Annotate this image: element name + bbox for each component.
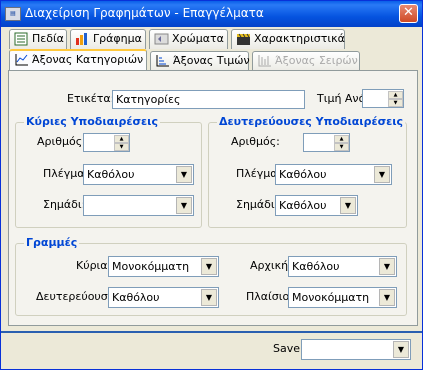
window-title: Διαχείριση Γραφημάτων - Επαγγέλματα	[25, 6, 264, 20]
major-grid-label: Πλέγμα:	[43, 167, 89, 180]
tab-panel: Ετικέτα: Κατηγορίες Τιμή Ανά: ▲ ▼ Κύριες…	[8, 70, 418, 326]
frame-line-label: Πλαίσιο:	[246, 290, 293, 303]
tab-characteristics[interactable]: Χαρακτηριστικά	[231, 29, 345, 49]
spin-up-icon[interactable]: ▲	[114, 135, 129, 143]
major-mark-label: Σημάδι:	[43, 198, 86, 211]
tab-characteristics-label: Χαρακτηριστικά	[254, 32, 345, 45]
tab-fields-label: Πεδία	[32, 32, 64, 45]
value-step-stepper[interactable]: ▲ ▼	[362, 89, 404, 108]
major-count-stepper[interactable]: ▲ ▼	[83, 133, 130, 152]
chevron-down-icon[interactable]: ▼	[393, 341, 409, 358]
spin-down-icon[interactable]: ▼	[334, 143, 349, 151]
major-divisions-title: Κύριες Υποδιαιρέσεις	[24, 115, 160, 128]
minor-mark-select[interactable]: Καθόλου ▼	[275, 195, 358, 216]
axis-icon	[14, 53, 29, 67]
tab-colors[interactable]: Χρώματα	[149, 29, 228, 49]
major-grid-select[interactable]: Καθόλου ▼	[83, 164, 194, 185]
close-button[interactable]: ✕	[399, 4, 418, 23]
close-icon: ✕	[403, 5, 414, 20]
spin-up-icon[interactable]: ▲	[388, 91, 403, 99]
tab-fields[interactable]: Πεδία	[9, 29, 67, 49]
main-line-value: Μονοκόμματη	[112, 260, 190, 273]
lines-group: Γραμμές Κύρια: Μονοκόμματη ▼ Αρχική: Καθ…	[15, 236, 407, 316]
chevron-down-icon[interactable]: ▼	[176, 197, 192, 214]
minor-grid-value: Καθόλου	[279, 168, 327, 181]
tab-value-axis-label: Άξονας Τιμών	[173, 54, 250, 67]
minor-count-label: Αριθμός:	[231, 135, 280, 148]
chevron-down-icon[interactable]: ▼	[176, 166, 192, 183]
spin-up-icon[interactable]: ▲	[334, 135, 349, 143]
tab-chart-label: Γράφημα	[93, 32, 142, 45]
dialog-window: ▤ Διαχείριση Γραφημάτων - Επαγγέλματα ✕ …	[0, 0, 423, 370]
tab-colors-label: Χρώματα	[172, 32, 224, 45]
initial-line-select[interactable]: Καθόλου ▼	[288, 256, 397, 277]
tab-category-axis-label: Άξονας Κατηγοριών	[32, 53, 144, 66]
spin-down-icon[interactable]: ▼	[114, 143, 129, 151]
secondary-line-label: Δευτερεύουσα:	[36, 290, 119, 303]
axis-icon	[155, 54, 170, 68]
chevron-down-icon[interactable]: ▼	[201, 289, 217, 306]
fields-icon	[14, 32, 29, 46]
secondary-line-select[interactable]: Καθόλου ▼	[108, 287, 219, 308]
chevron-down-icon[interactable]: ▼	[374, 166, 390, 183]
separator-line	[1, 331, 422, 333]
frame-line-select[interactable]: Μονοκόμματη ▼	[288, 287, 397, 308]
frame-line-value: Μονοκόμματη	[292, 291, 370, 304]
initial-line-label: Αρχική:	[250, 259, 292, 272]
major-count-label: Αριθμός:	[37, 135, 86, 148]
chevron-down-icon[interactable]: ▼	[379, 258, 395, 275]
tab-category-axis[interactable]: Άξονας Κατηγοριών	[9, 49, 147, 71]
tab-series-axis: Άξονας Σειρών	[252, 51, 360, 71]
save-label: Save	[273, 342, 301, 355]
lines-title: Γραμμές	[24, 236, 80, 249]
main-line-select[interactable]: Μονοκόμματη ▼	[108, 256, 219, 277]
secondary-line-value: Καθόλου	[112, 291, 160, 304]
axis-icon	[257, 54, 272, 68]
spin-down-icon[interactable]: ▼	[388, 99, 403, 107]
title-bar[interactable]: ▤ Διαχείριση Γραφημάτων - Επαγγέλματα ✕	[1, 1, 422, 27]
bar-chart-icon	[75, 32, 90, 46]
colors-icon	[154, 32, 169, 46]
tab-series-axis-label: Άξονας Σειρών	[275, 54, 358, 67]
clapperboard-icon	[236, 32, 251, 46]
major-mark-select[interactable]: ▼	[83, 195, 194, 216]
minor-divisions-title: Δευτερεύουσες Υποδιαιρέσεις	[217, 115, 406, 128]
caption-value: Κατηγορίες	[116, 93, 181, 106]
initial-line-value: Καθόλου	[292, 260, 340, 273]
minor-divisions-group: Δευτερεύουσες Υποδιαιρέσεις Αριθμός: ▲ ▼…	[208, 115, 407, 228]
caption-label: Ετικέτα:	[67, 92, 115, 105]
major-grid-value: Καθόλου	[87, 168, 135, 181]
save-select[interactable]: ▼	[301, 339, 411, 360]
caption-input[interactable]: Κατηγορίες	[112, 90, 305, 109]
tab-chart[interactable]: Γράφημα	[70, 29, 146, 49]
major-divisions-group: Κύριες Υποδιαιρέσεις Αριθμός: ▲ ▼ Πλέγμα…	[15, 115, 202, 228]
tab-value-axis[interactable]: Άξονας Τιμών	[150, 51, 250, 71]
minor-mark-value: Καθόλου	[279, 199, 327, 212]
chevron-down-icon[interactable]: ▼	[201, 258, 217, 275]
app-icon: ▤	[5, 7, 21, 21]
main-line-label: Κύρια:	[76, 259, 112, 272]
chevron-down-icon[interactable]: ▼	[379, 289, 395, 306]
minor-mark-label: Σημάδι:	[236, 198, 279, 211]
chevron-down-icon[interactable]: ▼	[340, 197, 356, 214]
minor-count-stepper[interactable]: ▲ ▼	[303, 133, 350, 152]
minor-grid-select[interactable]: Καθόλου ▼	[275, 164, 392, 185]
